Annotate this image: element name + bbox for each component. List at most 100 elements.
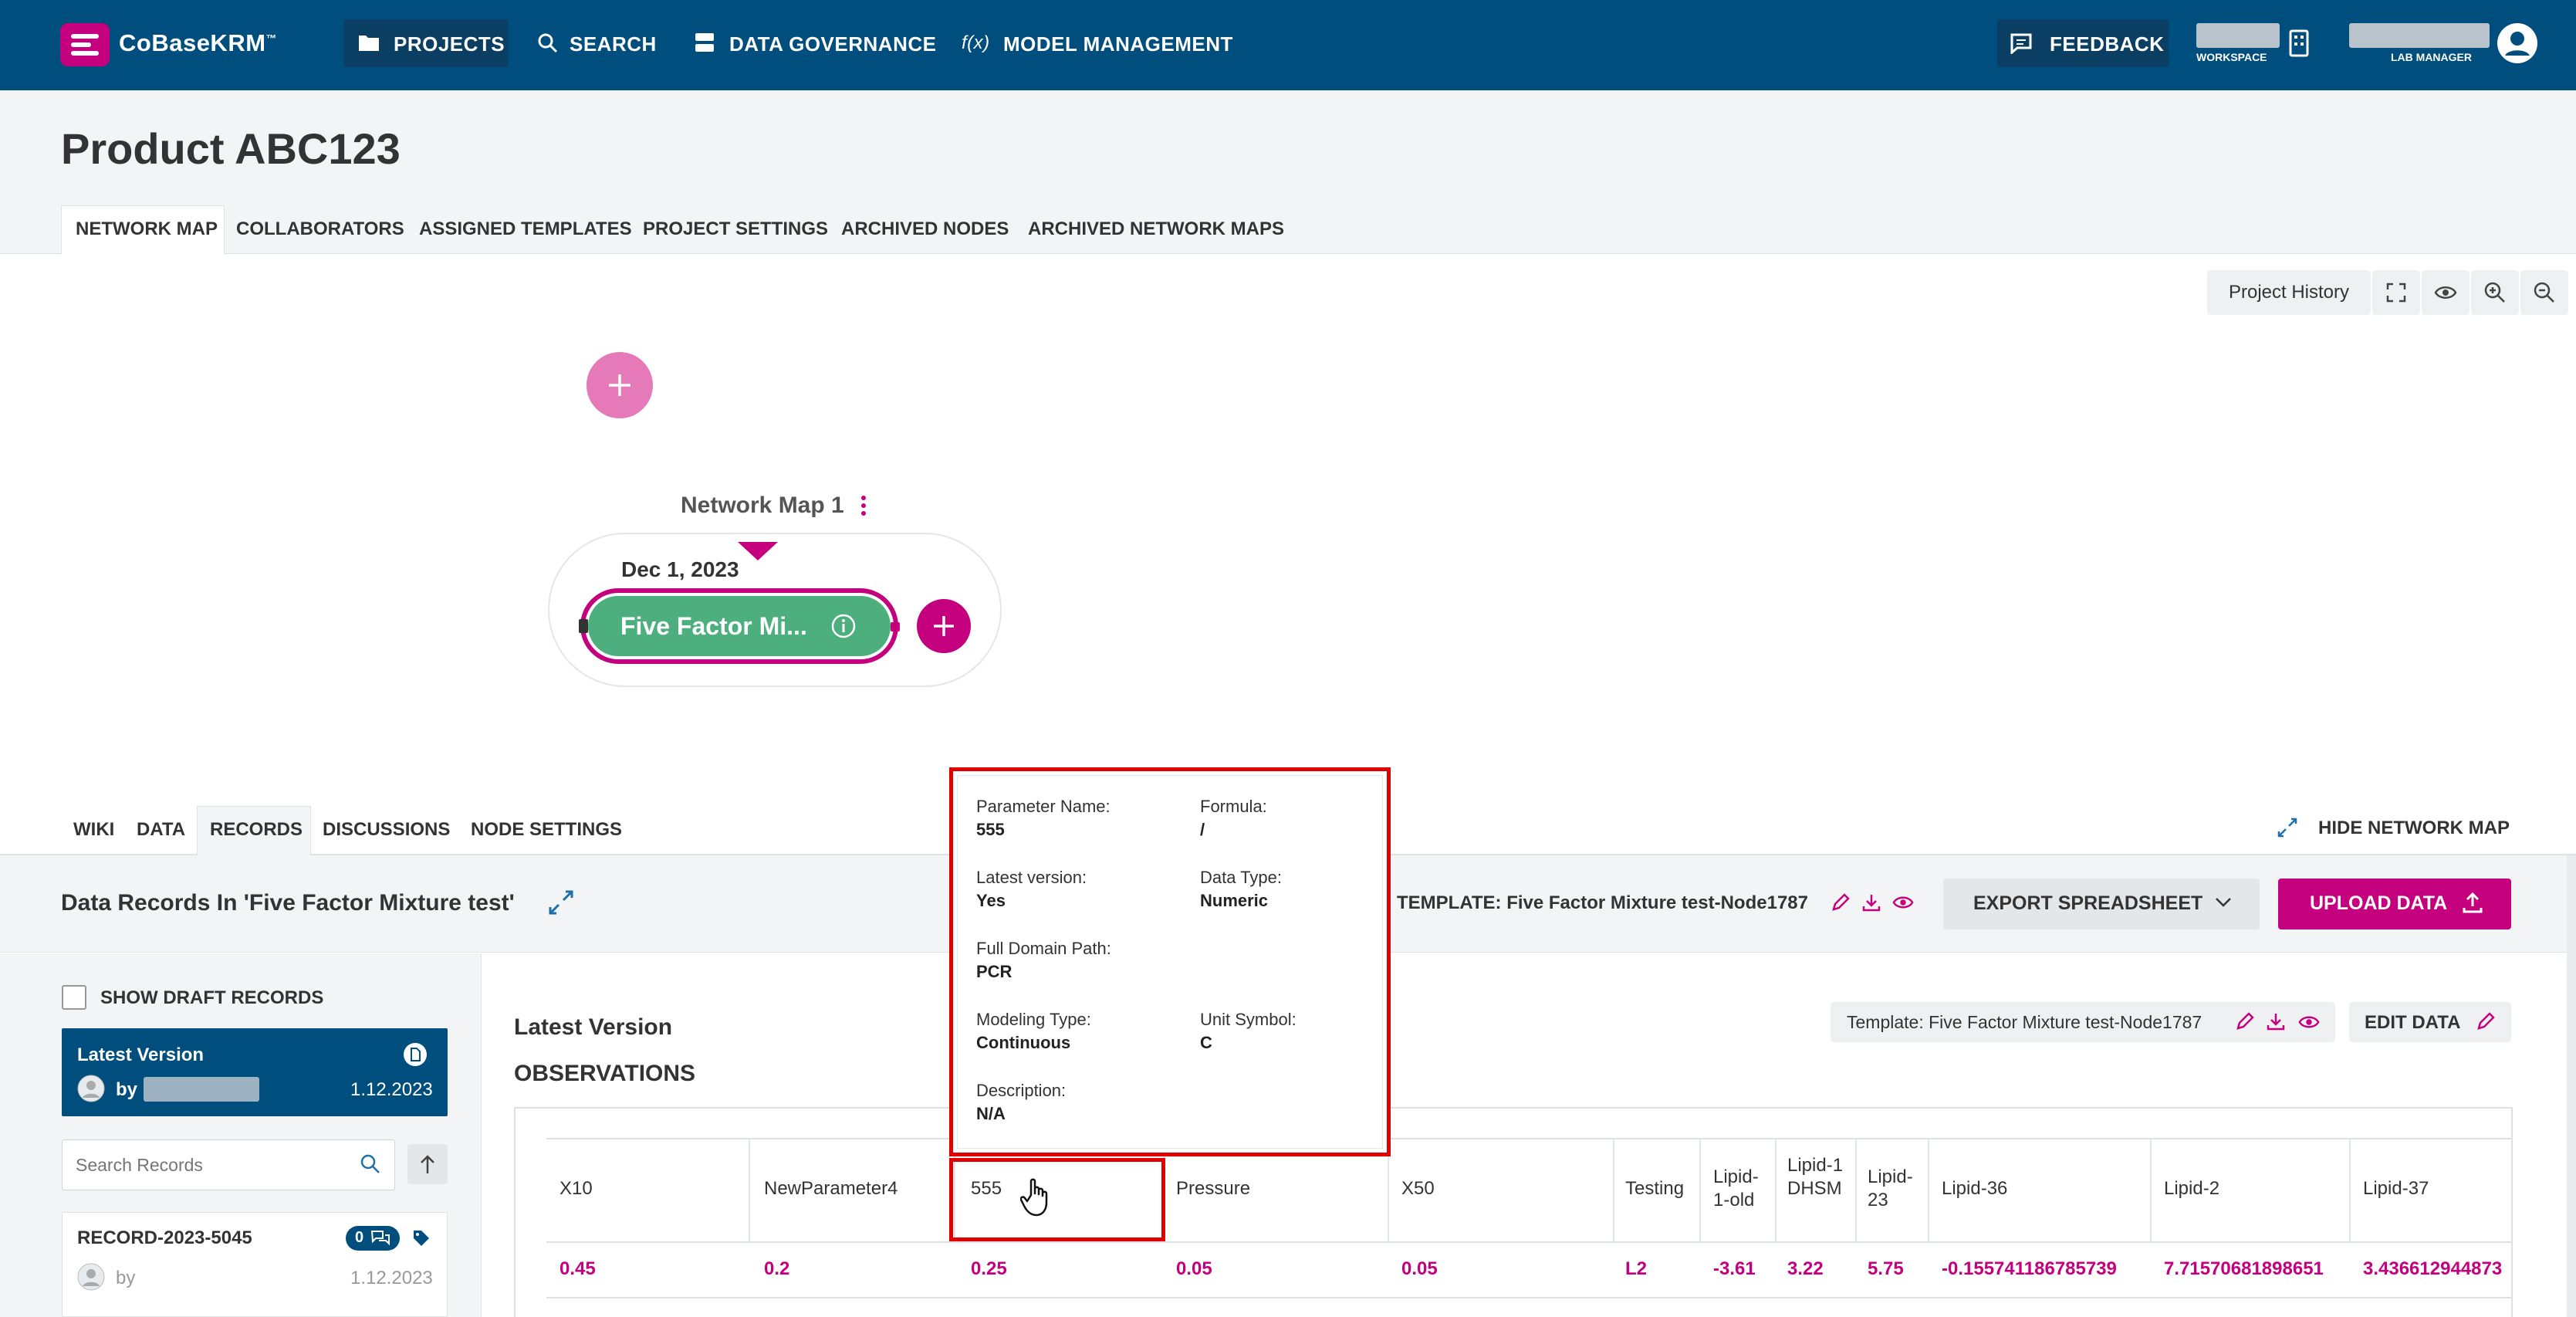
template-chip-label: Template: Five Factor Mixture test-Node1… <box>1847 1012 2202 1032</box>
tab-records-label: RECORDS <box>210 819 303 840</box>
user-avatar-icon[interactable] <box>2497 23 2537 63</box>
eye-icon <box>2434 286 2457 299</box>
upload-data-label: UPLOAD DATA <box>2310 892 2448 914</box>
node-label: Five Factor Mi... <box>620 612 807 640</box>
database-icon[interactable] <box>695 32 715 53</box>
download-icon[interactable] <box>2266 1011 2286 1031</box>
tab-wiki[interactable]: WIKI <box>73 819 114 841</box>
column-header-lipid-37[interactable]: Lipid-37 <box>2363 1177 2429 1200</box>
node-connector-right <box>891 622 900 631</box>
nav-model-management-label[interactable]: MODEL MANAGEMENT <box>1003 32 1233 56</box>
download-icon[interactable] <box>1861 892 1881 912</box>
tab-data[interactable]: DATA <box>137 819 185 841</box>
col-divider <box>1613 1139 1614 1241</box>
workspace-name-redacted <box>2196 23 2280 48</box>
project-history-button[interactable]: Project History <box>2207 270 2371 315</box>
table-cell[interactable]: -0.155741186785739 <box>1942 1258 2117 1280</box>
tag-icon[interactable] <box>412 1229 431 1248</box>
tooltip-dtype: Numeric <box>1200 891 1269 910</box>
tooltip-desc-label: Description: <box>976 1081 1067 1100</box>
column-header-testing[interactable]: Testing <box>1625 1177 1684 1200</box>
latest-date: 1.12.2023 <box>350 1079 433 1100</box>
record-by-label: by <box>116 1268 136 1288</box>
tab-discussions[interactable]: DISCUSSIONS <box>323 819 450 841</box>
add-network-map-button[interactable] <box>587 352 653 418</box>
eye-icon[interactable] <box>1892 894 1914 911</box>
edit-pencil-icon[interactable] <box>1831 892 1851 912</box>
eye-icon[interactable] <box>2298 1014 2320 1031</box>
table-row-bottom-border <box>546 1297 2511 1298</box>
column-header-lipid-36[interactable]: Lipid-36 <box>1942 1177 2007 1200</box>
table-cell[interactable]: 3.436612944873 <box>2363 1258 2502 1279</box>
tooltip-param-name-label: Parameter Name: <box>976 797 1111 816</box>
brand-logo-icon[interactable] <box>60 23 110 66</box>
search-icon[interactable] <box>537 32 559 54</box>
search-icon[interactable] <box>360 1153 381 1175</box>
node-marker-icon <box>738 542 778 560</box>
table-cell[interactable]: 7.71570681898651 <box>2164 1258 2324 1280</box>
table-cell-clip: 3.436612944873 <box>2363 1258 2510 1280</box>
tab-collaborators[interactable]: COLLABORATORS <box>236 218 404 240</box>
function-icon[interactable]: f(x) <box>962 32 990 54</box>
more-vertical-icon[interactable] <box>860 494 867 517</box>
edit-data-label: EDIT DATA <box>2365 1012 2461 1033</box>
fullscreen-icon <box>2386 283 2406 303</box>
column-header-lipid-1-dhsm[interactable]: Lipid-1 DHSM <box>1787 1154 1846 1200</box>
nav-data-governance-label[interactable]: DATA GOVERNANCE <box>729 32 936 56</box>
hide-network-map-button[interactable]: HIDE NETWORK MAP <box>2318 818 2510 839</box>
col-divider <box>1928 1139 1929 1241</box>
highlight-column-555 <box>949 1158 1165 1241</box>
table-cell[interactable]: 5.75 <box>1868 1258 1904 1280</box>
table-cell[interactable]: 0.05 <box>1176 1258 1212 1280</box>
tab-archived-nodes[interactable]: ARCHIVED NODES <box>841 218 1009 240</box>
template-header-label: TEMPLATE: Five Factor Mixture test-Node1… <box>1397 892 1808 913</box>
table-cell[interactable]: 0.2 <box>764 1258 789 1280</box>
tab-node-settings[interactable]: NODE SETTINGS <box>471 819 622 841</box>
nav-search-label[interactable]: SEARCH <box>570 32 657 56</box>
column-header-lipid-23[interactable]: Lipid-23 <box>1868 1166 1922 1212</box>
edit-pencil-icon[interactable] <box>2235 1011 2255 1031</box>
latest-by-label: by <box>116 1079 138 1100</box>
col-divider <box>749 1139 750 1241</box>
add-node-button[interactable] <box>917 599 971 653</box>
table-cell[interactable]: -3.61 <box>1713 1258 1756 1280</box>
column-header-x10[interactable]: X10 <box>559 1177 593 1200</box>
column-header-lipid-1-old[interactable]: Lipid-1-old <box>1713 1166 1770 1212</box>
column-header-x50[interactable]: X50 <box>1401 1177 1435 1200</box>
tab-assigned-templates[interactable]: ASSIGNED TEMPLATES <box>419 218 632 240</box>
table-cell[interactable]: 3.22 <box>1787 1258 1824 1280</box>
node-connector-left <box>579 619 588 633</box>
arrow-up-icon <box>421 1155 434 1173</box>
user-name-redacted <box>2349 23 2490 48</box>
zoom-in-icon <box>2484 282 2505 303</box>
show-draft-checkbox[interactable] <box>62 985 86 1010</box>
table-cell[interactable]: 0.25 <box>971 1258 1007 1280</box>
expand-icon[interactable] <box>548 889 574 916</box>
col-divider <box>2349 1139 2351 1241</box>
column-header-lipid-2[interactable]: Lipid-2 <box>2164 1177 2219 1200</box>
tooltip-latest: Yes <box>976 891 1006 910</box>
brand-name[interactable]: CoBaseKRM™ <box>119 29 277 57</box>
export-spreadsheet-label: EXPORT SPREADSHEET <box>1973 892 2203 914</box>
avatar-icon <box>77 1263 105 1291</box>
tooltip-formula: / <box>1200 820 1205 839</box>
table-cell[interactable]: L2 <box>1625 1258 1647 1280</box>
page-scrollbar[interactable] <box>2567 855 2576 1317</box>
tooltip-domain-label: Full Domain Path: <box>976 939 1111 958</box>
plus-icon <box>609 374 630 396</box>
tab-project-settings[interactable]: PROJECT SETTINGS <box>643 218 828 240</box>
column-header-pressure[interactable]: Pressure <box>1176 1177 1250 1200</box>
info-icon[interactable] <box>830 613 857 639</box>
latest-version-card[interactable] <box>62 1028 448 1116</box>
tooltip-param-name: 555 <box>976 820 1005 839</box>
table-cell[interactable]: 0.05 <box>1401 1258 1438 1280</box>
upload-icon <box>2463 892 2483 913</box>
observations-title: OBSERVATIONS <box>514 1061 696 1086</box>
collapse-arrows-icon[interactable] <box>2277 817 2298 838</box>
table-cell[interactable]: 0.45 <box>559 1258 596 1280</box>
building-icon[interactable] <box>2289 29 2309 57</box>
avatar-icon <box>77 1075 105 1102</box>
column-header-newparameter4[interactable]: NewParameter4 <box>764 1177 898 1200</box>
search-records-field[interactable] <box>76 1150 353 1180</box>
tab-archived-network-maps[interactable]: ARCHIVED NETWORK MAPS <box>1028 218 1284 240</box>
